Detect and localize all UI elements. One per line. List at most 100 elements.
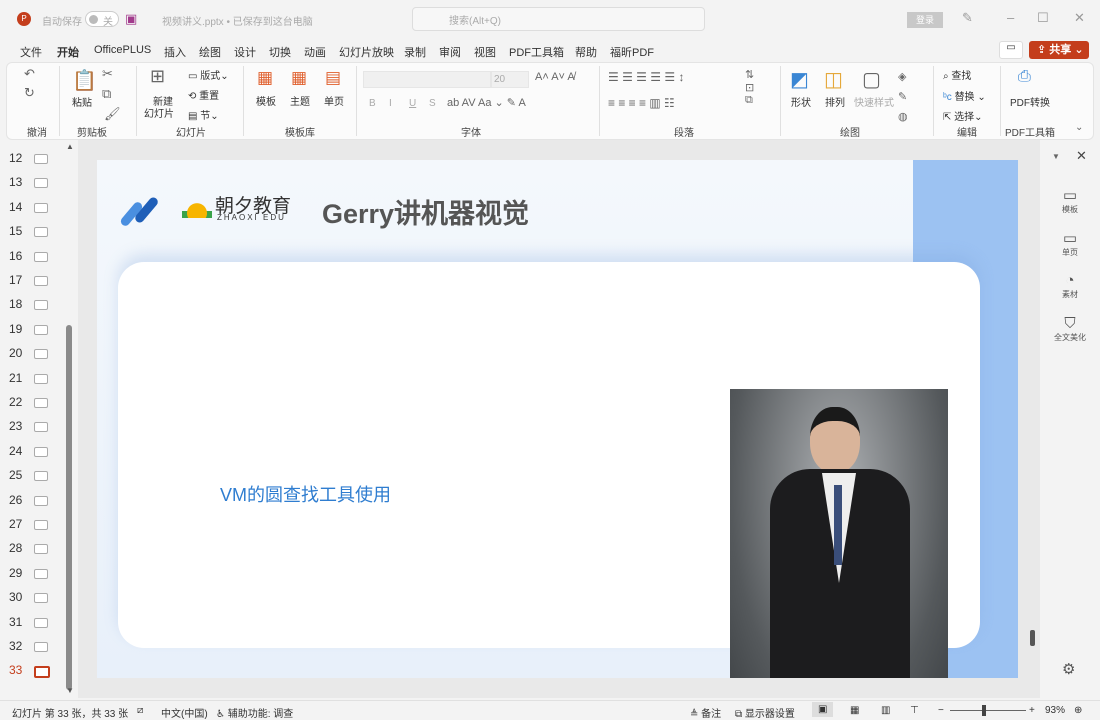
slide-thumbnail[interactable] bbox=[34, 276, 48, 286]
fill-outline-effects-icons[interactable]: ◈ ✎ ◍ bbox=[898, 67, 908, 127]
find-button[interactable]: ⌕ 查找 bbox=[943, 67, 971, 82]
slide-thumbnail[interactable] bbox=[34, 642, 48, 652]
replace-button[interactable]: ᵇc 替换 ⌄ bbox=[943, 88, 986, 103]
zoom-out-button[interactable]: − bbox=[938, 705, 944, 716]
template-button[interactable]: 模板 bbox=[256, 93, 276, 108]
pane-item-beautify[interactable]: ⛉ 全文美化 bbox=[1040, 315, 1100, 343]
slide-thumbnail[interactable] bbox=[34, 666, 50, 679]
cut-icon[interactable]: ✂ bbox=[102, 66, 113, 82]
format-painter-icon[interactable]: 🖌 bbox=[104, 106, 121, 122]
new-slide-label[interactable]: 幻灯片 bbox=[144, 105, 174, 120]
slide-thumbnail[interactable] bbox=[34, 568, 48, 579]
tab-insert[interactable]: 插入 bbox=[164, 44, 186, 60]
template-icon[interactable]: ▦ bbox=[257, 68, 273, 88]
pane-item-template[interactable]: ▭ 模板 bbox=[1040, 186, 1100, 215]
slide-thumbnail[interactable] bbox=[34, 202, 48, 213]
tab-record[interactable]: 录制 bbox=[404, 44, 426, 60]
italic-button[interactable]: I bbox=[389, 98, 392, 109]
settings-icon[interactable]: ⚙ bbox=[1062, 660, 1075, 678]
search-input[interactable]: 搜索(Alt+Q) bbox=[412, 7, 705, 31]
zoom-slider-thumb[interactable] bbox=[982, 705, 986, 716]
minimize-button[interactable]: – bbox=[1007, 10, 1014, 25]
font-effects-icons[interactable]: ab AV Aa ⌄ ✎ A bbox=[447, 96, 526, 109]
slide-thumbnail[interactable] bbox=[34, 617, 48, 628]
shadow-button[interactable]: S bbox=[429, 98, 436, 109]
save-icon[interactable]: ▣ bbox=[125, 11, 137, 27]
tab-home[interactable]: 开始 bbox=[57, 44, 79, 64]
paste-icon[interactable]: 📋 bbox=[72, 68, 97, 93]
spellcheck-icon[interactable]: ⧄ bbox=[137, 705, 143, 716]
pane-close-icon[interactable]: ✕ bbox=[1076, 148, 1087, 164]
collapse-ribbon-icon[interactable]: ⌄ bbox=[1075, 122, 1083, 133]
tab-file[interactable]: 文件 bbox=[20, 44, 42, 60]
slide-thumbnail[interactable] bbox=[34, 178, 48, 189]
slide-canvas[interactable]: 朝夕教育 ZHAOXI EDU Gerry讲机器视觉 VM的圆查找工具使用 bbox=[97, 160, 1018, 678]
tab-animations[interactable]: 动画 bbox=[304, 44, 326, 60]
slide-thumbnail[interactable] bbox=[34, 422, 48, 433]
comment-button[interactable]: ▭ bbox=[999, 41, 1023, 59]
slide-thumbnail[interactable] bbox=[34, 324, 48, 335]
slide-thumbnail[interactable] bbox=[34, 227, 48, 238]
presenter-photo[interactable] bbox=[730, 389, 948, 678]
pdf-convert-icon[interactable]: ⎙ bbox=[1018, 68, 1031, 86]
login-button[interactable]: 登录 bbox=[907, 12, 943, 28]
slide-thumbnail[interactable] bbox=[34, 520, 48, 530]
tab-pdf-toolbox[interactable]: PDF工具箱 bbox=[509, 44, 564, 60]
slide-thumbnail[interactable] bbox=[34, 251, 48, 262]
slide-sorter-icon[interactable]: ▦ bbox=[850, 705, 859, 716]
quick-style-icon[interactable]: ▢ bbox=[862, 67, 881, 92]
scroll-down-arrow[interactable]: ▼ bbox=[66, 686, 74, 695]
pane-item-materials[interactable]: ◔ 素材 bbox=[1040, 272, 1100, 300]
shapes-icon[interactable]: ◩ bbox=[790, 67, 809, 92]
slide-thumbnail[interactable] bbox=[34, 593, 48, 604]
copy-icon[interactable]: ⧉ bbox=[102, 86, 111, 102]
thumbnail-scrollbar[interactable] bbox=[66, 325, 72, 690]
section-button[interactable]: ▤ 节⌄ bbox=[188, 107, 219, 122]
reset-button[interactable]: ⟲ 重置 bbox=[188, 87, 219, 102]
pdf-convert-button[interactable]: PDF转换 bbox=[1010, 94, 1050, 109]
share-button[interactable]: ⇪ 共享 ⌄ bbox=[1029, 41, 1089, 59]
language-indicator[interactable]: 中文(中国) bbox=[161, 705, 208, 720]
fit-to-window-icon[interactable]: ⊕ bbox=[1074, 705, 1082, 716]
zoom-slider[interactable] bbox=[950, 710, 1026, 711]
slide-headline[interactable]: Gerry讲机器视觉 bbox=[322, 192, 529, 231]
font-name-select[interactable] bbox=[363, 71, 491, 88]
paste-button[interactable]: 粘贴 bbox=[72, 94, 92, 109]
arrange-button[interactable]: 排列 bbox=[825, 94, 845, 109]
close-button[interactable]: ✕ bbox=[1074, 10, 1085, 26]
editor-scrollbar[interactable] bbox=[1030, 630, 1035, 646]
align-icons[interactable]: ≡ ≡ ≡ ≡ ▥ ☷ bbox=[608, 96, 675, 110]
single-page-button[interactable]: 单页 bbox=[324, 93, 344, 108]
reading-view-icon[interactable]: ▥ bbox=[881, 705, 890, 716]
tab-slideshow[interactable]: 幻灯片放映 bbox=[339, 44, 394, 60]
layout-button[interactable]: ▭ 版式⌄ bbox=[188, 67, 229, 82]
file-title[interactable]: 视频讲义.pptx • 已保存到这台电脑 bbox=[162, 13, 313, 28]
text-direction-icons[interactable]: ⇅ ⊡ ⧉ bbox=[745, 68, 754, 107]
slide-thumbnail[interactable] bbox=[34, 544, 48, 555]
tab-review[interactable]: 审阅 bbox=[439, 44, 461, 60]
undo-icon[interactable]: ↶ bbox=[24, 66, 35, 82]
arrange-icon[interactable]: ◫ bbox=[824, 67, 843, 92]
shapes-button[interactable]: 形状 bbox=[791, 94, 811, 109]
tab-foxit-pdf[interactable]: 福昕PDF bbox=[610, 44, 654, 60]
zoom-level[interactable]: 93% bbox=[1045, 705, 1065, 716]
slide-thumbnail[interactable] bbox=[34, 300, 48, 311]
list-icons[interactable]: ☰ ☰ ☰ ☰ ☰ ↕ bbox=[608, 70, 684, 84]
tab-transitions[interactable]: 切换 bbox=[269, 44, 291, 60]
slide-thumbnail[interactable] bbox=[34, 154, 48, 164]
pane-options-icon[interactable]: ▼ bbox=[1052, 152, 1060, 161]
tab-draw[interactable]: 绘图 bbox=[199, 44, 221, 60]
slide-thumbnail[interactable] bbox=[34, 495, 48, 506]
font-size-select[interactable]: 20 bbox=[491, 71, 529, 88]
new-slide-icon[interactable]: ⊞ bbox=[150, 66, 165, 87]
tab-help[interactable]: 帮助 bbox=[575, 44, 597, 60]
normal-view-icon[interactable]: ▣ bbox=[812, 702, 834, 717]
grow-font-icon[interactable]: A˄ A˅ A̸ bbox=[535, 71, 575, 83]
tab-view[interactable]: 视图 bbox=[474, 44, 496, 60]
quick-style-button[interactable]: 快速样式 bbox=[854, 94, 894, 109]
slide-thumbnail[interactable] bbox=[34, 471, 48, 482]
zoom-in-button[interactable]: + bbox=[1029, 705, 1035, 716]
theme-icon[interactable]: ▦ bbox=[291, 68, 307, 88]
theme-button[interactable]: 主题 bbox=[290, 93, 310, 108]
redo-icon[interactable]: ↻ bbox=[24, 85, 35, 101]
